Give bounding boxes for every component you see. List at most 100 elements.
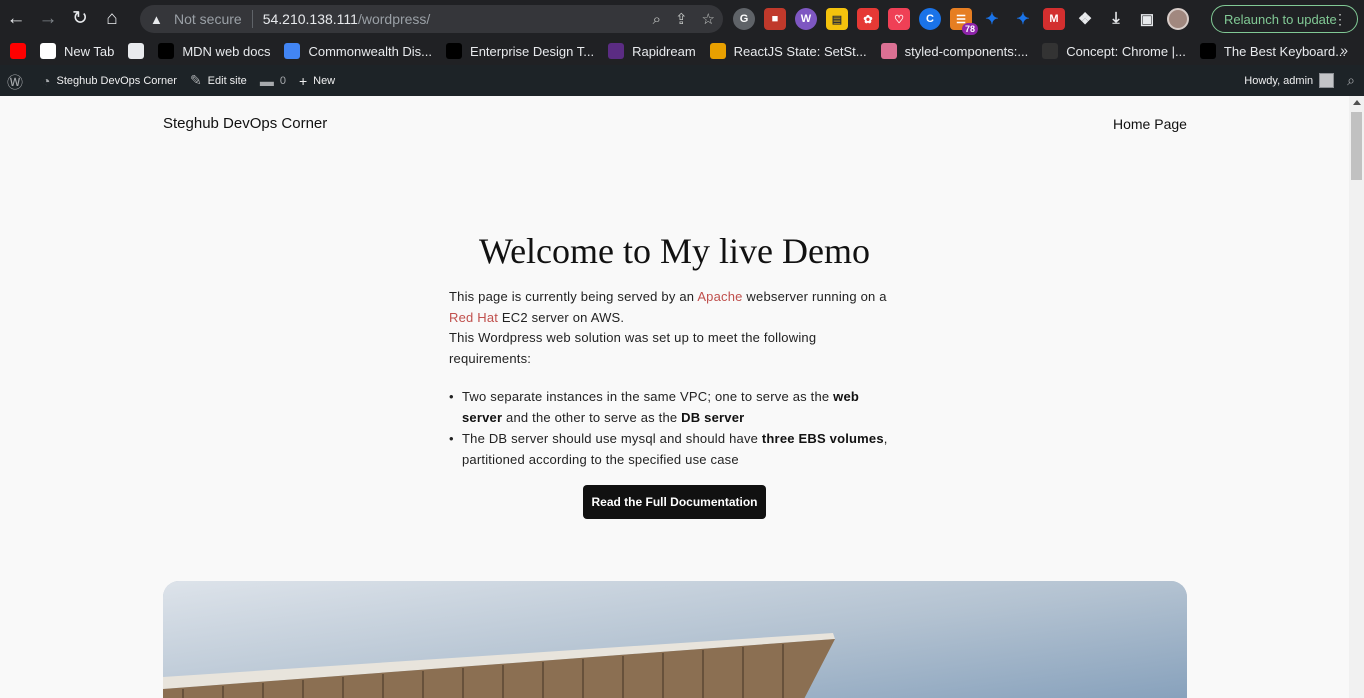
share-icon[interactable]: ⇪ [675,10,688,28]
apache-link[interactable]: Apache [697,289,742,304]
bookmark-label: MDN web docs [182,43,271,59]
hero-building-image [163,581,1187,698]
puzzle-blue-icon[interactable]: ✦ [981,8,1003,30]
bookmark-item[interactable] [128,43,145,59]
address-bar[interactable]: ▲ Not secure 54.210.138.111/wordpress/ ⌕… [140,5,723,33]
security-label[interactable]: Not secure [174,11,242,27]
intro-paragraph: This page is currently being served by a… [449,287,889,369]
requirements-list: Two separate instances in the same VPC; … [449,386,889,470]
relaunch-label: Relaunch to update [1224,11,1337,27]
nav-home-page[interactable]: Home Page [1113,116,1187,132]
bookmark-item[interactable]: The Best Keyboard... [1199,43,1347,59]
bookmark-item[interactable]: MDN web docs [158,43,270,59]
extensions-row: G ■ W ▤ ✿ ♡ C ☰ 78 ✦ ✦ M ❖ ⤓ ▣ [733,6,1189,35]
browser-toolbar: ← → ↻ ⌂ ▲ Not secure 54.210.138.111/word… [0,0,1364,37]
profile-avatar[interactable] [1167,8,1189,30]
bookmark-item[interactable]: Commonwealth Dis... [284,43,432,59]
more-bookmarks-icon[interactable]: » [1340,42,1348,58]
bookmark-item[interactable] [10,43,26,59]
download-icon[interactable]: ⤓ [1105,8,1127,30]
req2-text: The DB server should use mysql and shoul… [462,431,762,446]
home-icon[interactable]: ⌂ [96,0,128,37]
read-documentation-button[interactable]: Read the Full Documentation [583,485,766,519]
omnibox-divider [251,10,253,28]
c-extension-icon[interactable]: C [919,8,941,30]
bookmark-item[interactable]: ReactJS State: SetSt... [709,43,867,59]
comment-icon: ▬ [259,72,274,89]
wp-admin-bar: Ⓦ ◔ Steghub DevOps Corner ✎ Edit site ▬ … [0,65,1364,96]
intro-text-1: This page is currently being served by a… [449,289,698,304]
admin-avatar[interactable] [1319,73,1335,88]
bookmark-item[interactable]: New Tab [40,43,114,59]
globe-icon [128,43,145,59]
extension-badge: 78 [961,23,978,35]
list-item: Two separate instances in the same VPC; … [449,386,889,428]
back-icon[interactable]: ← [0,0,32,37]
grammarly-icon[interactable]: G [733,8,755,30]
url-host[interactable]: 54.210.138.111 [263,11,358,27]
req2-bold-ebs: three EBS volumes [761,431,884,446]
admin-search-icon[interactable]: ⌕ [1347,72,1355,89]
site-title[interactable]: Steghub DevOps Corner [163,115,327,132]
brush-icon: ✎ [189,72,202,88]
mdn-icon [158,43,175,59]
edit-site-link[interactable]: ✎ Edit site [190,72,247,89]
bookmark-label: styled-components:... [904,43,1029,59]
ibm-icon [446,43,463,59]
menu-dots-icon[interactable]: ⋮ [1333,11,1347,28]
flower-extension-icon[interactable]: ✿ [857,8,879,30]
bookmark-label: Concept: Chrome |... [1066,43,1186,59]
article-icon [709,43,726,59]
bookmark-item[interactable]: Concept: Chrome |... [1042,43,1186,59]
notes-extension-icon[interactable]: ▤ [826,8,848,30]
puzzle-blue-2-icon[interactable]: ✦ [1012,8,1034,30]
bookmark-label: Commonwealth Dis... [308,43,433,59]
new-content-link[interactable]: + New [299,73,335,89]
req1-text: Two separate instances in the same VPC; … [462,389,834,404]
redhat-link[interactable]: Red Hat [449,310,498,325]
bookmark-label: Rapidream [632,43,696,59]
intro-text-2: webserver running on a [742,289,887,304]
url-path[interactable]: /wordpress/ [358,11,430,27]
building-illustration [163,581,1187,698]
concept-icon [1042,43,1059,59]
bookmark-star-icon[interactable]: ☆ [702,10,715,28]
bookmark-item[interactable]: Enterprise Design T... [446,43,594,59]
pocket-icon[interactable]: ♡ [888,8,910,30]
forward-icon[interactable]: → [32,0,64,37]
page-content: Steghub DevOps Corner Home Page Welcome … [0,96,1349,698]
req1-text-2: and the other to serve as the [502,410,682,425]
globe-icon [284,43,301,59]
tab-extension-icon[interactable]: ☰ 78 [950,8,978,35]
reload-icon[interactable]: ↻ [64,0,96,37]
bookmark-item[interactable]: Rapidream [608,43,696,59]
plus-icon: + [298,72,308,89]
bookmark-label: The Best Keyboard... [1223,43,1347,59]
scroll-up-arrow-icon[interactable] [1353,100,1361,105]
new-content-label: New [313,74,336,87]
req1-bold-db-server: DB server [681,410,745,425]
book-extension-icon[interactable]: ■ [764,8,786,30]
youtube-icon [10,43,26,59]
w-extension-icon[interactable]: W [795,8,817,30]
wordpress-logo-icon[interactable]: Ⓦ [7,69,29,93]
edit-site-label: Edit site [207,74,247,87]
page-scrollbar[interactable] [1349,96,1364,698]
zoom-icon[interactable]: ⌕ [653,11,661,28]
bookmark-item[interactable]: styled-components:... [880,43,1029,59]
list-item: The DB server should use mysql and shoul… [449,428,889,470]
bookmark-label: New Tab [64,43,115,59]
styled-icon [880,43,897,59]
relaunch-button[interactable]: Relaunch to update ⋮ [1211,5,1358,33]
m-extension-icon[interactable]: M [1043,8,1065,30]
sidepanel-icon[interactable]: ▣ [1136,8,1158,30]
google-icon [40,43,56,59]
admin-site-name[interactable]: ◔ Steghub DevOps Corner [42,73,177,89]
comments-link[interactable]: ▬ 0 [260,73,286,89]
bookmark-label: ReactJS State: SetSt... [733,43,867,59]
scrollbar-thumb[interactable] [1351,112,1362,180]
warning-icon[interactable]: ▲ [150,12,166,27]
howdy-label[interactable]: Howdy, admin [1244,75,1313,87]
extensions-puzzle-icon[interactable]: ❖ [1074,8,1096,30]
dashboard-icon: ◔ [42,72,51,89]
